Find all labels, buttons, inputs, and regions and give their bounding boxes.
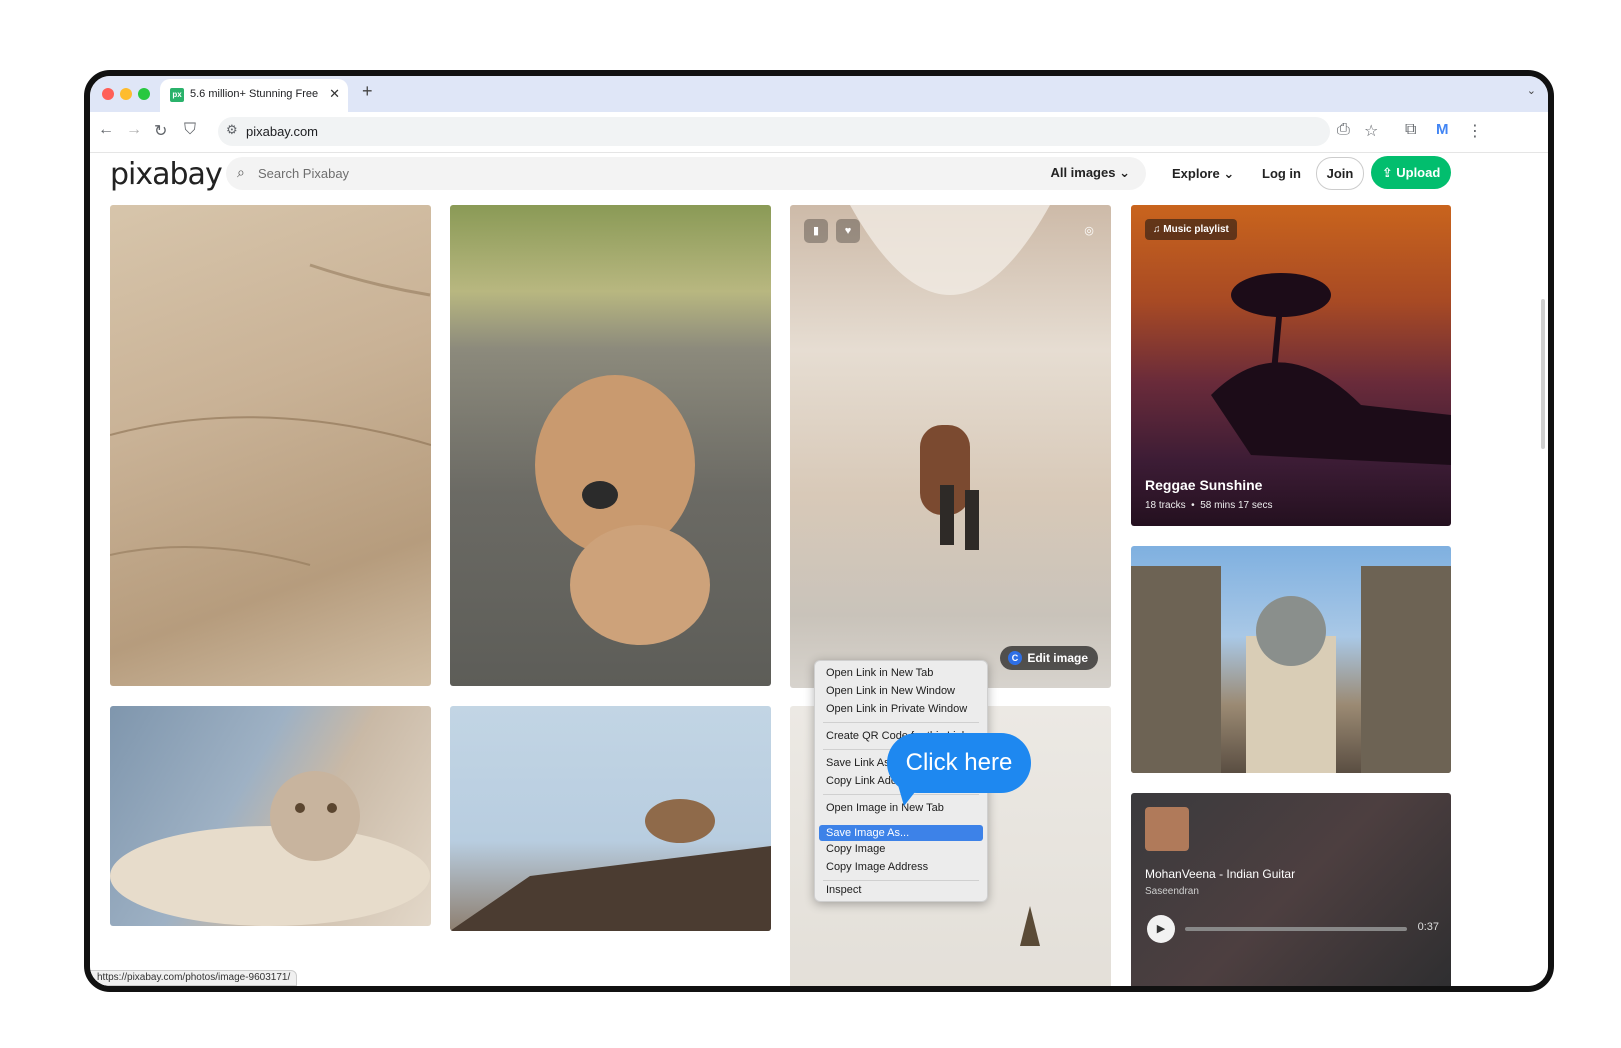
menu-item-copy-image[interactable]: Copy Image (826, 843, 885, 855)
grass-photo[interactable] (110, 205, 431, 686)
puppy-photo[interactable] (450, 205, 771, 686)
bookmark-icon[interactable]: ▮ (804, 219, 828, 243)
explore-label: Explore (1172, 166, 1220, 181)
tab-pixabay[interactable]: px 5.6 million+ Stunning Free Images ✕ (160, 79, 348, 112)
new-tab-icon[interactable]: + (362, 81, 373, 102)
pixabay-logo[interactable]: pixabay (110, 157, 223, 192)
upload-label: Upload (1396, 165, 1441, 180)
zoom-window-button[interactable] (138, 88, 150, 100)
pixabay-favicon-icon: px (170, 88, 184, 102)
audio-thumbnail (1145, 807, 1189, 851)
audio-waveform[interactable] (1185, 927, 1407, 931)
callout-pointer (896, 778, 926, 806)
user-avatar-icon[interactable]: ◎ (1077, 219, 1101, 243)
playlist-meta: 18 tracks • 58 mins 17 secs (1145, 500, 1273, 511)
close-tab-icon[interactable]: ✕ (329, 86, 340, 102)
site-settings-icon[interactable]: ⚙ (226, 122, 238, 138)
tab-title: 5.6 million+ Stunning Free Images (190, 88, 320, 100)
arcade-illustration (850, 205, 1050, 550)
chevron-down-icon: ⌄ (1223, 166, 1235, 181)
join-button[interactable]: Join (1316, 157, 1364, 190)
browser-window: px 5.6 million+ Stunning Free Images ✕ +… (84, 70, 1554, 992)
reload-icon[interactable]: ↻ (154, 121, 167, 141)
sparrow-illustration (450, 799, 771, 931)
audio-track-card[interactable]: MohanVeena - Indian Guitar Saseendran ▶ … (1131, 793, 1451, 986)
menu-separator (823, 722, 979, 723)
tab-strip: px 5.6 million+ Stunning Free Images ✕ +… (90, 76, 1548, 112)
close-window-button[interactable] (102, 88, 114, 100)
menu-item-open-link-private-window[interactable]: Open Link in Private Window (826, 703, 967, 715)
edit-image-button[interactable]: C Edit image (1000, 646, 1098, 670)
puppy-illustration (535, 375, 710, 645)
edit-image-label: Edit image (1027, 651, 1088, 665)
menu-item-open-link-new-tab[interactable]: Open Link in New Tab (826, 667, 933, 679)
menu-kebab-icon[interactable]: ⋮ (1467, 121, 1483, 141)
playlist-duration: 58 mins 17 secs (1200, 500, 1273, 511)
play-icon[interactable]: ▶ (1147, 915, 1175, 943)
upload-button[interactable]: ⇪ Upload (1371, 156, 1451, 189)
menu-item-inspect[interactable]: Inspect (826, 884, 861, 896)
profile-avatar[interactable]: M (1436, 121, 1449, 138)
forward-icon[interactable]: → (126, 121, 142, 139)
scrollbar[interactable] (1541, 299, 1545, 449)
audio-title: MohanVeena - Indian Guitar (1145, 867, 1296, 881)
back-icon[interactable]: ← (98, 121, 114, 139)
sparrow-photo[interactable] (450, 706, 771, 931)
menu-item-open-image-new-tab[interactable]: Open Image in New Tab (826, 802, 944, 814)
chevron-down-icon: ⌄ (1119, 165, 1130, 180)
cathedral-photo[interactable] (1131, 546, 1451, 773)
music-playlist-badge: ♫ Music playlist (1145, 219, 1237, 240)
address-bar[interactable]: ⚙ pixabay.com (218, 117, 1330, 146)
heart-icon[interactable]: ♥ (836, 219, 860, 243)
audio-artist[interactable]: Saseendran (1145, 886, 1199, 897)
install-app-icon[interactable]: ⎙ (1337, 121, 1350, 139)
menu-separator (823, 880, 979, 881)
playlist-badge-label: Music playlist (1163, 224, 1229, 235)
login-link[interactable]: Log in (1262, 166, 1301, 181)
pixabay-page: pixabay ⌕ Search Pixabay All images ⌄ Ex… (90, 153, 1548, 986)
media-type-label: All images (1050, 165, 1116, 180)
playlist-title: Reggae Sunshine (1145, 477, 1263, 493)
canva-icon: C (1008, 651, 1022, 665)
music-note-icon: ♫ (1153, 224, 1161, 235)
playlist-track-count: 18 tracks (1145, 500, 1186, 511)
search-bar[interactable]: ⌕ Search Pixabay All images ⌄ (226, 157, 1146, 190)
search-icon: ⌕ (237, 164, 245, 180)
tab-search-chevron-icon[interactable]: ⌄ (1527, 84, 1536, 97)
menu-item-open-link-new-window[interactable]: Open Link in New Window (826, 685, 955, 697)
extensions-icon[interactable]: ⧉ (1405, 121, 1416, 139)
explore-menu[interactable]: Explore ⌄ (1172, 166, 1234, 182)
status-bar-url: https://pixabay.com/photos/image-9603171… (90, 970, 298, 986)
cathedral-illustration (1131, 566, 1451, 773)
minimize-window-button[interactable] (120, 88, 132, 100)
upload-icon: ⇪ (1381, 165, 1393, 180)
grass-illustration (110, 263, 431, 566)
menu-item-copy-image-address[interactable]: Copy Image Address (826, 861, 928, 873)
audio-duration: 0:37 (1417, 921, 1439, 933)
music-playlist-card[interactable]: ♫ Music playlist Reggae Sunshine 18 trac… (1131, 205, 1451, 526)
menu-item-save-image-as[interactable]: Save Image As... (826, 827, 909, 839)
url-text: pixabay.com (246, 124, 319, 139)
kitten-photo[interactable] (110, 706, 431, 926)
shield-icon[interactable]: ⛉ (184, 121, 196, 139)
search-input[interactable]: Search Pixabay (258, 166, 349, 181)
kitten-illustration (110, 771, 430, 926)
arcade-photo[interactable]: ▮ ♥ ◎ C Edit image (790, 205, 1111, 688)
media-type-dropdown[interactable]: All images ⌄ (1050, 165, 1130, 181)
browser-toolbar: ← → ↻ ⛉ ⚙ pixabay.com ⎙ ☆ ⧉ M ⋮ (90, 112, 1548, 153)
bookmark-star-icon[interactable]: ☆ (1364, 121, 1378, 141)
